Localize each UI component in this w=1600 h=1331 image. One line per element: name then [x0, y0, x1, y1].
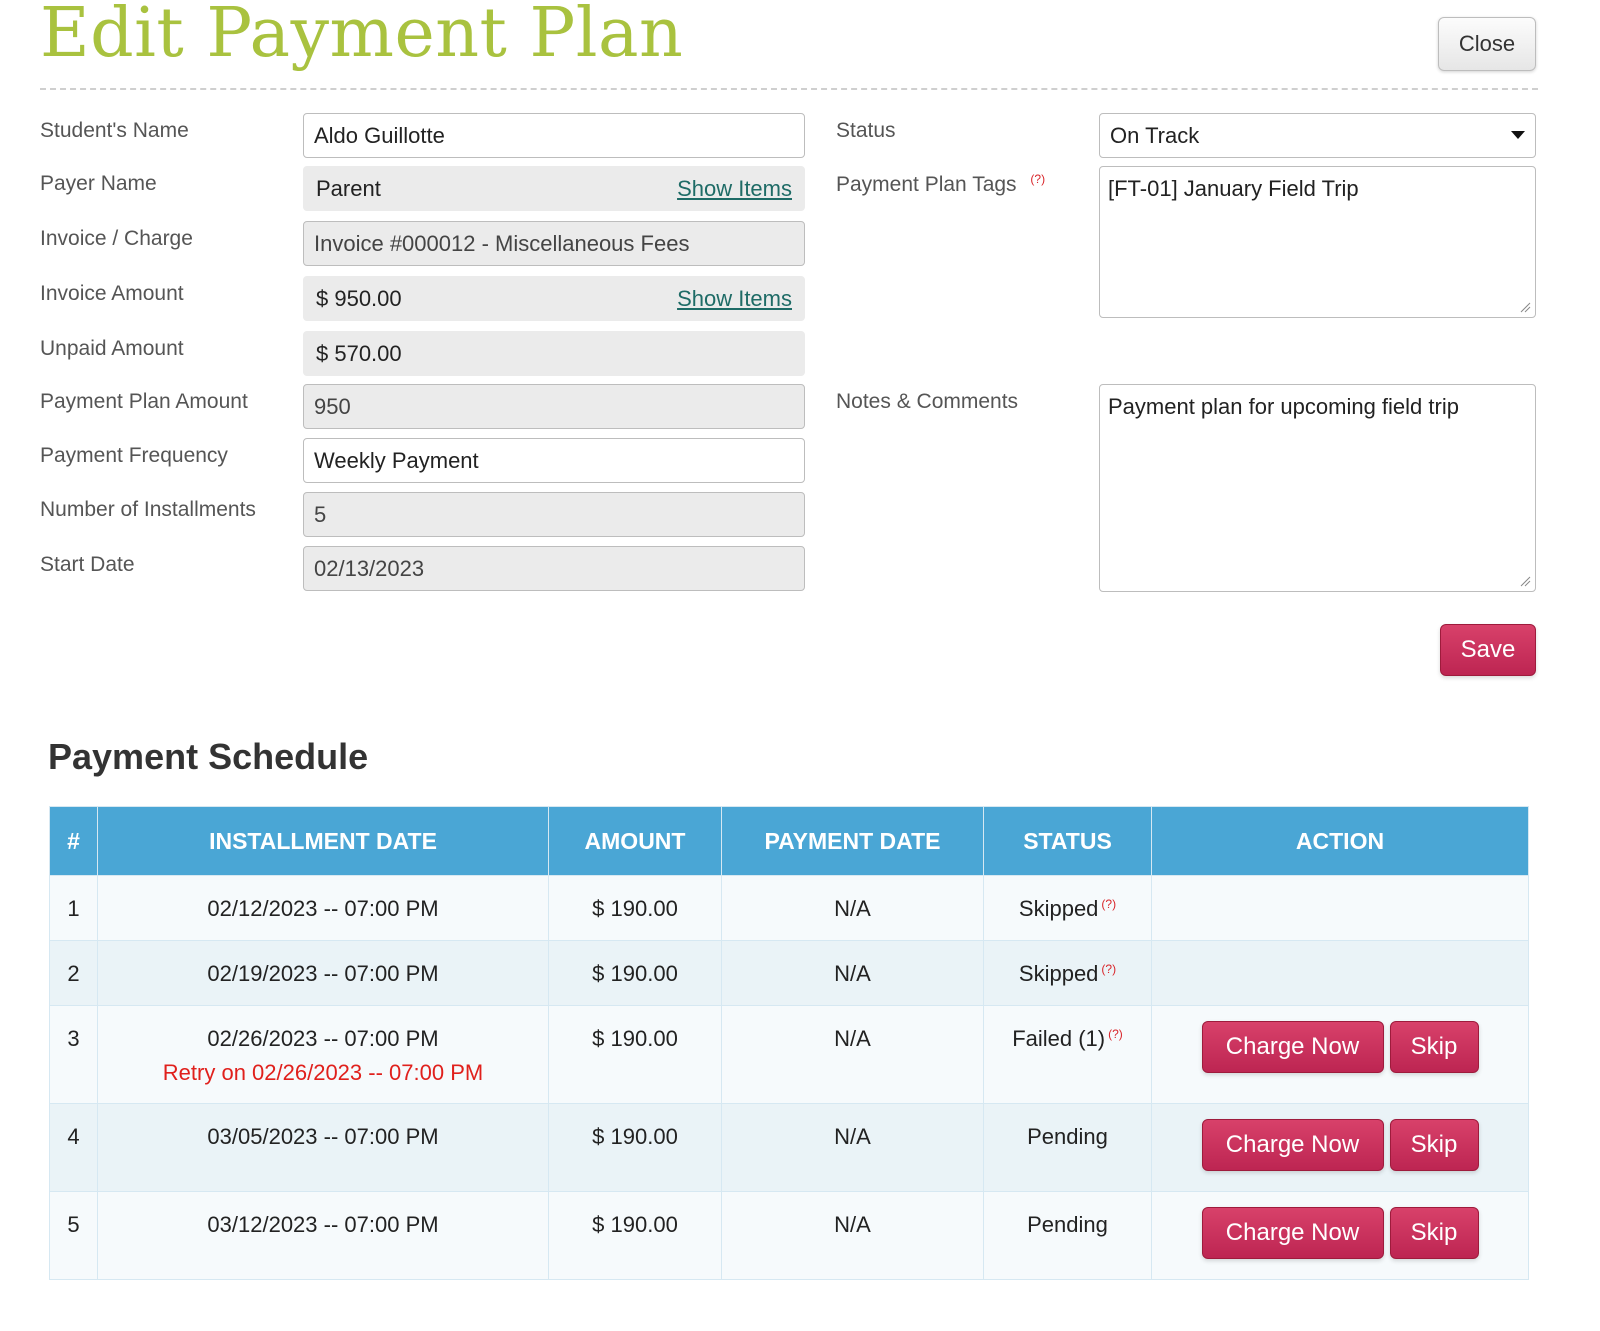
help-icon[interactable]: (?)	[1030, 172, 1045, 186]
close-button[interactable]: Close	[1438, 17, 1536, 71]
installment-date: 03/12/2023 -- 07:00 PM	[207, 1212, 439, 1237]
column-header: ACTION	[1151, 806, 1529, 876]
status-text: Skipped	[1018, 961, 1099, 986]
table-row: 4 03/05/2023 -- 07:00 PM $ 190.00 N/A Pe…	[49, 1103, 1529, 1192]
amount: $ 190.00	[592, 1124, 678, 1149]
installment-date: 02/19/2023 -- 07:00 PM	[207, 961, 439, 986]
resize-grip-icon[interactable]	[1519, 301, 1531, 313]
installment-date-cell: 02/26/2023 -- 07:00 PM Retry on 02/26/20…	[98, 1006, 548, 1086]
status-text: Pending	[1027, 1124, 1108, 1149]
installments-field: 5	[303, 492, 805, 537]
invoice-amount-field: $ 950.00 Show Items	[303, 276, 805, 321]
installment-date: 02/12/2023 -- 07:00 PM	[207, 896, 439, 921]
status-select[interactable]: On Track	[1099, 113, 1536, 158]
row-number: 2	[67, 961, 80, 986]
status-cell: Skipped (?)	[984, 876, 1151, 922]
status-text: Failed (1)	[1012, 1026, 1106, 1051]
charge-now-button[interactable]: Charge Now	[1201, 1207, 1384, 1259]
invoice-charge-field: Invoice #000012 - Miscellaneous Fees	[303, 221, 805, 266]
row-number: 4	[67, 1124, 80, 1149]
installment-date: 02/26/2023 -- 07:00 PM	[207, 1026, 439, 1051]
row-number: 1	[67, 896, 80, 921]
frequency-label: Payment Frequency	[40, 444, 228, 467]
resize-grip-icon[interactable]	[1519, 575, 1531, 587]
status-label: Status	[836, 119, 896, 142]
status-value: On Track	[1110, 123, 1200, 148]
title-divider	[40, 88, 1538, 90]
skip-button[interactable]: Skip	[1389, 1207, 1479, 1259]
invoice-show-items-link[interactable]: Show Items	[677, 277, 792, 320]
help-icon[interactable]: (?)	[1101, 897, 1116, 911]
tags-label-text: Payment Plan Tags	[836, 173, 1017, 196]
table-row: 2 02/19/2023 -- 07:00 PM $ 190.00 N/A Sk…	[49, 940, 1529, 1006]
installments-label: Number of Installments	[40, 498, 256, 521]
action-cell: Charge Now Skip	[1151, 1191, 1529, 1280]
row-number: 5	[67, 1212, 80, 1237]
student-name-input[interactable]: Aldo Guillotte	[303, 113, 805, 158]
action-cell: Charge Now Skip	[1151, 1103, 1529, 1192]
table-header-row: # INSTALLMENT DATE AMOUNT PAYMENT DATE S…	[49, 806, 1529, 876]
tags-value: [FT-01] January Field Trip	[1108, 176, 1359, 201]
tags-textarea[interactable]: [FT-01] January Field Trip	[1099, 166, 1536, 318]
tags-label: Payment Plan Tags (?)	[836, 172, 1045, 197]
start-date-field: 02/13/2023	[303, 546, 805, 591]
plan-amount-field: 950	[303, 384, 805, 429]
table-row: 1 02/12/2023 -- 07:00 PM $ 190.00 N/A Sk…	[49, 875, 1529, 941]
notes-label: Notes & Comments	[836, 390, 1019, 413]
payer-name-label: Payer Name	[40, 172, 157, 195]
save-button[interactable]: Save	[1440, 624, 1536, 676]
payer-name-value: Parent	[316, 176, 381, 201]
column-header: AMOUNT	[548, 806, 722, 876]
payer-name-field: Parent Show Items	[303, 166, 805, 211]
plan-amount-label: Payment Plan Amount	[40, 390, 248, 413]
payment-date: N/A	[834, 1212, 871, 1237]
status-text: Skipped	[1018, 896, 1099, 921]
invoice-amount-label: Invoice Amount	[40, 282, 184, 305]
notes-value: Payment plan for upcoming field trip	[1108, 394, 1459, 419]
page-title: Edit Payment Plan	[40, 0, 684, 73]
help-icon[interactable]: (?)	[1101, 962, 1116, 976]
notes-textarea[interactable]: Payment plan for upcoming field trip	[1099, 384, 1536, 592]
status-cell: Failed (1) (?)	[984, 1006, 1151, 1052]
start-date-label: Start Date	[40, 553, 135, 576]
action-cell: Charge Now Skip	[1151, 1005, 1529, 1104]
student-name-label: Student's Name	[40, 119, 189, 142]
unpaid-amount-field: $ 570.00	[303, 331, 805, 376]
column-header: #	[49, 806, 98, 876]
row-number: 3	[67, 1026, 80, 1051]
skip-button[interactable]: Skip	[1389, 1021, 1479, 1073]
action-cell	[1151, 875, 1529, 941]
column-header: INSTALLMENT DATE	[97, 806, 549, 876]
unpaid-amount-label: Unpaid Amount	[40, 337, 184, 360]
payment-date: N/A	[834, 1124, 871, 1149]
charge-now-button[interactable]: Charge Now	[1201, 1119, 1384, 1171]
help-icon[interactable]: (?)	[1108, 1027, 1123, 1041]
status-text: Pending	[1027, 1212, 1108, 1237]
schedule-heading: Payment Schedule	[48, 736, 369, 777]
amount: $ 190.00	[592, 896, 678, 921]
installment-date: 03/05/2023 -- 07:00 PM	[207, 1124, 439, 1149]
payment-date: N/A	[834, 961, 871, 986]
amount: $ 190.00	[592, 1212, 678, 1237]
column-header: STATUS	[983, 806, 1152, 876]
dropdown-caret-icon	[1511, 131, 1525, 139]
payment-date: N/A	[834, 1026, 871, 1051]
action-cell	[1151, 940, 1529, 1006]
amount: $ 190.00	[592, 961, 678, 986]
frequency-input[interactable]: Weekly Payment	[303, 438, 805, 483]
amount: $ 190.00	[592, 1026, 678, 1051]
skip-button[interactable]: Skip	[1389, 1119, 1479, 1171]
table-row: 5 03/12/2023 -- 07:00 PM $ 190.00 N/A Pe…	[49, 1191, 1529, 1280]
charge-now-button[interactable]: Charge Now	[1201, 1021, 1384, 1073]
invoice-amount-value: $ 950.00	[316, 286, 402, 311]
retry-note: Retry on 02/26/2023 -- 07:00 PM	[162, 1060, 484, 1085]
status-cell: Skipped (?)	[984, 941, 1151, 987]
table-row: 3 02/26/2023 -- 07:00 PM Retry on 02/26/…	[49, 1005, 1529, 1104]
invoice-charge-label: Invoice / Charge	[40, 227, 193, 250]
payer-show-items-link[interactable]: Show Items	[677, 167, 792, 210]
column-header: PAYMENT DATE	[721, 806, 984, 876]
payment-date: N/A	[834, 896, 871, 921]
schedule-table: # INSTALLMENT DATE AMOUNT PAYMENT DATE S…	[49, 806, 1529, 1280]
